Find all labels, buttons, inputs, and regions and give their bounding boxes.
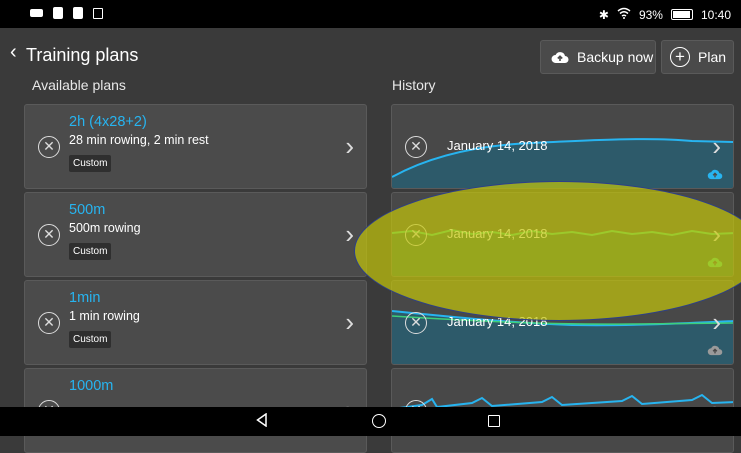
workout-graph — [392, 138, 733, 188]
cloud-upload-icon — [707, 257, 723, 268]
plan-badge: Custom — [69, 155, 112, 172]
available-plans-heading: Available plans — [32, 77, 126, 93]
plan-card[interactable]: ✕ 500m 500m rowing Custom › — [24, 192, 367, 277]
camera-icon — [30, 9, 43, 17]
plan-description: 28 min rowing, 2 min rest — [69, 133, 209, 147]
plan-name: 1min — [69, 290, 101, 306]
history-date: January 14, 2018 — [447, 138, 548, 153]
plan-description: 500m rowing — [69, 221, 141, 235]
navigation-bar — [0, 407, 741, 436]
add-plan-button[interactable]: + Plan — [661, 40, 734, 74]
remove-icon[interactable]: ✕ — [38, 223, 60, 246]
remove-icon[interactable]: ✕ — [405, 135, 427, 158]
history-card[interactable]: ✕ January 14, 2018 › — [391, 280, 734, 365]
history-date: January 14, 2018 — [447, 226, 548, 241]
plan-name: 2h (4x28+2) — [69, 114, 147, 130]
remove-icon[interactable]: ✕ — [38, 311, 60, 334]
battery-icon — [670, 9, 693, 20]
back-chevron-icon[interactable]: ‹ — [10, 42, 17, 62]
plan-card[interactable]: ✕ 2h (4x28+2) 28 min rowing, 2 min rest … — [24, 104, 367, 189]
app-bar: ‹ Training plans Backup now + Plan — [0, 28, 741, 78]
chevron-right-icon[interactable]: › — [345, 309, 354, 335]
history-heading: History — [392, 77, 436, 93]
notification-icon — [53, 7, 63, 19]
plan-name: 500m — [69, 202, 106, 218]
home-icon[interactable] — [372, 414, 386, 428]
plan-name: 1000m — [69, 378, 114, 394]
status-bar: ✱ 93% 10:40 — [0, 0, 741, 28]
chevron-right-icon[interactable]: › — [712, 133, 721, 159]
remove-icon[interactable]: ✕ — [405, 311, 427, 334]
chevron-right-icon[interactable]: › — [712, 309, 721, 335]
history-card[interactable]: ✕ January 14, 2018 › — [391, 104, 734, 189]
workout-graph — [392, 310, 733, 364]
remove-icon[interactable]: ✕ — [38, 135, 60, 158]
history-date: January 14, 2018 — [447, 314, 548, 329]
backup-now-button[interactable]: Backup now — [540, 40, 656, 74]
cloud-upload-icon — [551, 52, 569, 63]
notification-icon — [73, 7, 83, 19]
wifi-icon — [617, 7, 631, 22]
cloud-upload-icon — [707, 169, 723, 180]
image-icon — [93, 7, 103, 19]
clock: 10:40 — [700, 7, 731, 22]
plan-badge: Custom — [69, 331, 112, 348]
chevron-right-icon[interactable]: › — [345, 133, 354, 159]
backup-label: Backup now — [577, 49, 654, 65]
back-icon[interactable] — [256, 413, 268, 427]
cloud-upload-icon — [707, 345, 723, 356]
chevron-right-icon[interactable]: › — [345, 221, 354, 247]
plan-badge: Custom — [69, 243, 112, 260]
page-title: Training plans — [26, 45, 139, 65]
battery-percent: 93% — [638, 7, 663, 22]
plan-description: 1 min rowing — [69, 309, 140, 323]
remove-icon[interactable]: ✕ — [405, 223, 427, 246]
plan-card[interactable]: ✕ 1min 1 min rowing Custom › — [24, 280, 367, 365]
workout-graph — [392, 228, 733, 276]
recents-icon[interactable] — [488, 415, 500, 427]
plus-icon: + — [670, 47, 690, 67]
bluetooth-icon: ✱ — [598, 7, 609, 22]
chevron-right-icon[interactable]: › — [712, 221, 721, 247]
plan-label: Plan — [698, 49, 727, 65]
history-card[interactable]: ✕ January 14, 2018 › — [391, 192, 734, 277]
